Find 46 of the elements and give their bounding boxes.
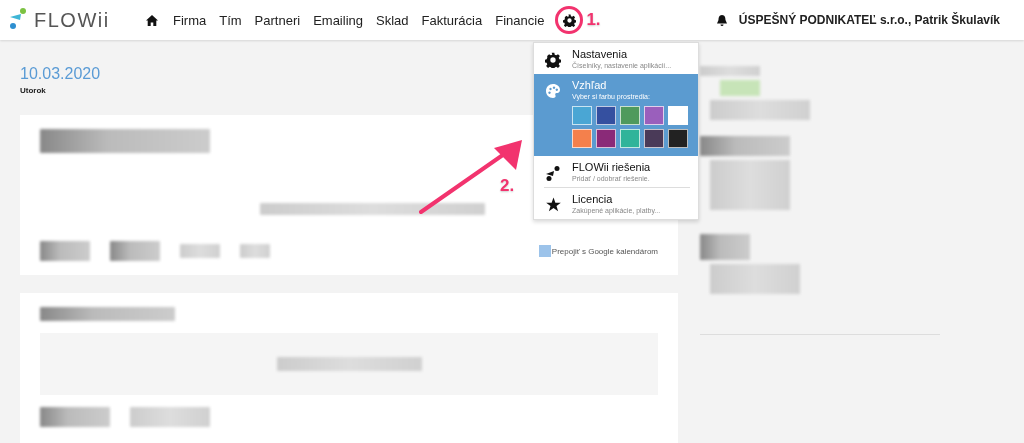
blurred-text (110, 241, 160, 261)
date-text: 10.03.2020 (20, 65, 101, 83)
color-swatch[interactable] (644, 106, 664, 125)
nav-link[interactable]: Emailing (313, 12, 363, 28)
color-swatch[interactable] (572, 129, 592, 148)
home-icon[interactable] (146, 14, 158, 26)
nav-link[interactable]: Partneri (254, 12, 301, 28)
menu-item-title: Vzhľad (572, 79, 608, 91)
step-number: 1. (586, 10, 601, 30)
calendar-icon (538, 245, 551, 257)
color-swatch[interactable] (620, 129, 640, 148)
color-swatch[interactable] (620, 106, 640, 125)
blurred-text (720, 80, 760, 96)
color-swatch[interactable] (644, 129, 664, 148)
nav-link[interactable]: Fakturácia (421, 12, 483, 28)
color-swatch[interactable] (668, 129, 688, 148)
nav-link[interactable]: Tím (219, 12, 242, 28)
nav-link[interactable]: Sklad (376, 12, 409, 28)
bell-icon[interactable] (716, 14, 727, 26)
settings-icon (545, 52, 561, 68)
nav-link[interactable]: Financie (495, 12, 545, 28)
blurred-text (180, 244, 220, 258)
settings-icon[interactable] (562, 13, 576, 27)
menu-item-title: FLOWii riešenia (572, 161, 651, 173)
blurred-text (700, 66, 760, 76)
drops-icon (545, 165, 561, 181)
menu-item-title: Nastavenia (572, 48, 629, 60)
color-swatch[interactable] (596, 106, 616, 125)
color-swatch[interactable] (668, 106, 688, 125)
account-name[interactable]: ÚSPEŠNÝ PODNIKATEĽ s.r.o., Patrik Škulavík (738, 13, 1000, 27)
nav-link[interactable]: Firma (173, 12, 207, 28)
calendar-link[interactable]: Prepojiť s Google kalendárom (551, 246, 658, 256)
palette-icon (545, 83, 561, 99)
menu-item-title: Licencia (572, 193, 614, 205)
color-swatch[interactable] (596, 129, 616, 148)
highlight-circle (555, 6, 584, 34)
logo-icon (8, 8, 28, 32)
color-swatch[interactable] (572, 106, 592, 125)
star-icon (545, 197, 561, 212)
blurred-text (40, 241, 90, 261)
blurred-text (240, 244, 270, 258)
blurred-text (700, 234, 750, 260)
weekday-text: Utorok (20, 86, 46, 95)
step-number: 2. (500, 176, 515, 196)
blurred-text (40, 407, 110, 427)
logo-text: FLOWii (34, 8, 110, 32)
